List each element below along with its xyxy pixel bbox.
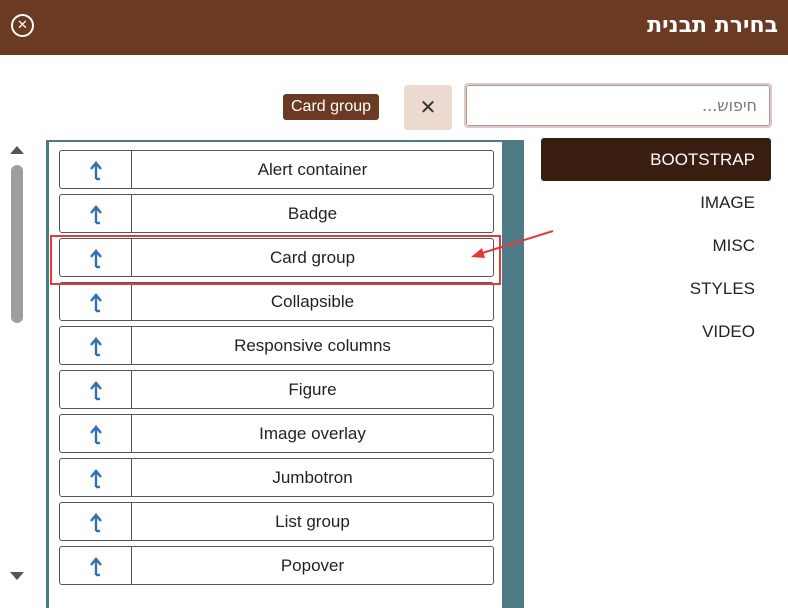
template-label: Jumbotron [272, 468, 353, 487]
template-row[interactable]: Responsive columns [59, 326, 494, 365]
scrollbar[interactable] [8, 140, 28, 585]
template-label: Alert container [257, 160, 368, 179]
search-input[interactable] [466, 85, 770, 126]
insert-template-icon[interactable] [60, 459, 132, 496]
insert-template-icon[interactable] [60, 151, 132, 188]
template-row[interactable]: Collapsible [59, 282, 494, 321]
annotation-highlight-box [50, 235, 501, 285]
template-row[interactable]: Image overlay [59, 414, 494, 453]
insert-template-icon[interactable] [60, 195, 132, 232]
close-circle-icon[interactable]: ✕ [11, 14, 34, 37]
template-list: Alert container Badge Card group Collapsibl… [48, 142, 502, 608]
insert-template-icon[interactable] [60, 547, 132, 584]
category-list: BOOTSTRAP IMAGE MISC STYLES VIDEO [541, 138, 771, 353]
insert-template-icon[interactable] [60, 415, 132, 452]
category-item-styles[interactable]: STYLES [541, 267, 771, 310]
template-row[interactable]: Badge [59, 194, 494, 233]
insert-template-icon[interactable] [60, 283, 132, 320]
template-label: Responsive columns [234, 336, 391, 355]
scroll-thumb[interactable] [11, 165, 23, 323]
template-label: Badge [287, 204, 338, 223]
template-row[interactable]: Popover [59, 546, 494, 585]
insert-template-icon[interactable] [60, 327, 132, 364]
dialog-header: ✕ בחירת תבנית [0, 0, 788, 55]
template-label: Image overlay [259, 424, 366, 443]
insert-template-icon[interactable] [60, 371, 132, 408]
dialog-title: בחירת תבנית [647, 13, 778, 38]
insert-template-icon[interactable] [60, 503, 132, 540]
category-item-misc[interactable]: MISC [541, 224, 771, 267]
category-item-video[interactable]: VIDEO [541, 310, 771, 353]
scroll-down-arrow-icon[interactable] [10, 572, 24, 580]
search-field [464, 83, 772, 128]
template-row[interactable]: List group [59, 502, 494, 541]
category-item-image[interactable]: IMAGE [541, 181, 771, 224]
category-item-bootstrap[interactable]: BOOTSTRAP [541, 138, 771, 181]
template-row[interactable]: Jumbotron [59, 458, 494, 497]
template-label: Figure [288, 380, 337, 399]
template-row[interactable]: Alert container [59, 150, 494, 189]
clear-search-button[interactable]: ✕ [404, 85, 452, 130]
template-label: Popover [280, 556, 345, 575]
scroll-up-arrow-icon[interactable] [10, 146, 24, 154]
annotation-arrow-icon [471, 230, 554, 258]
template-label: Collapsible [270, 292, 355, 311]
selected-template-chip: Card group [283, 94, 380, 120]
template-list-panel: Alert container Badge Card group Collapsibl… [46, 140, 524, 608]
template-label: List group [275, 512, 350, 531]
template-row[interactable]: Figure [59, 370, 494, 409]
